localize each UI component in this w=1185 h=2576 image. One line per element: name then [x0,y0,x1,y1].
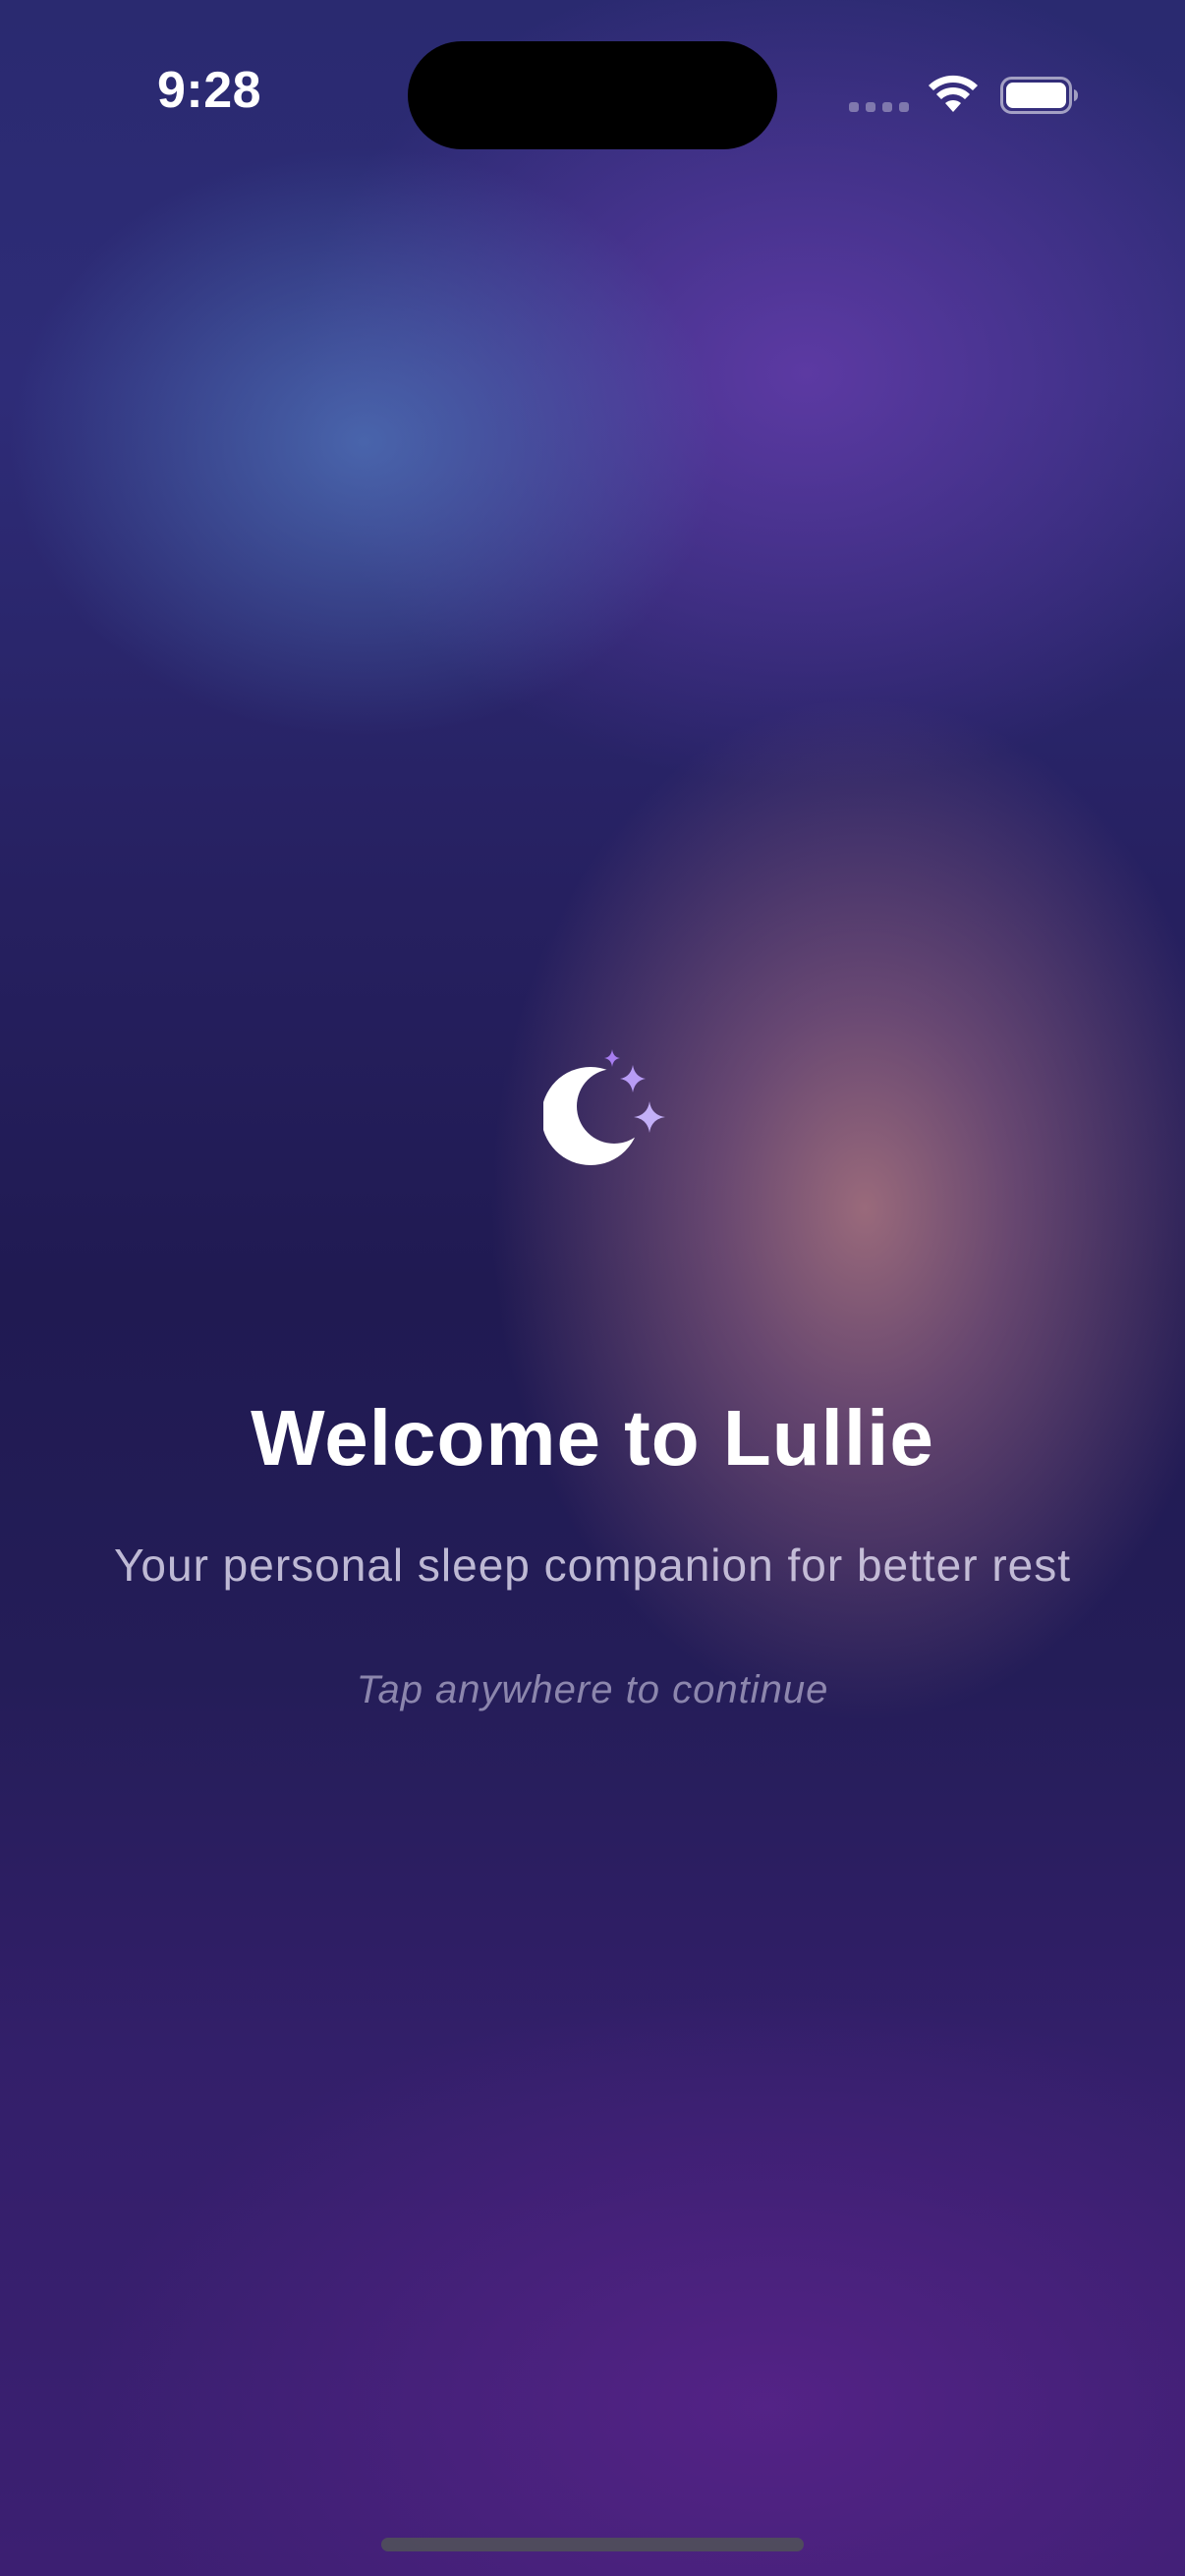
welcome-screen: 9:28 Welcome to Lullie Your personal sle… [0,0,1185,2576]
dynamic-island [408,41,777,149]
tap-to-continue-hint: Tap anywhere to continue [356,1668,829,1711]
welcome-title: Welcome to Lullie [251,1394,934,1482]
cellular-signal-icon [849,102,909,112]
battery-icon [1000,77,1078,114]
moon-sparkles-icon [543,1049,665,1165]
tap-to-continue-area[interactable] [0,0,1185,2576]
wifi-icon [929,75,978,112]
status-time: 9:28 [157,62,262,119]
home-indicator[interactable] [381,2538,804,2551]
welcome-subtitle: Your personal sleep companion for better… [113,1540,1072,1591]
